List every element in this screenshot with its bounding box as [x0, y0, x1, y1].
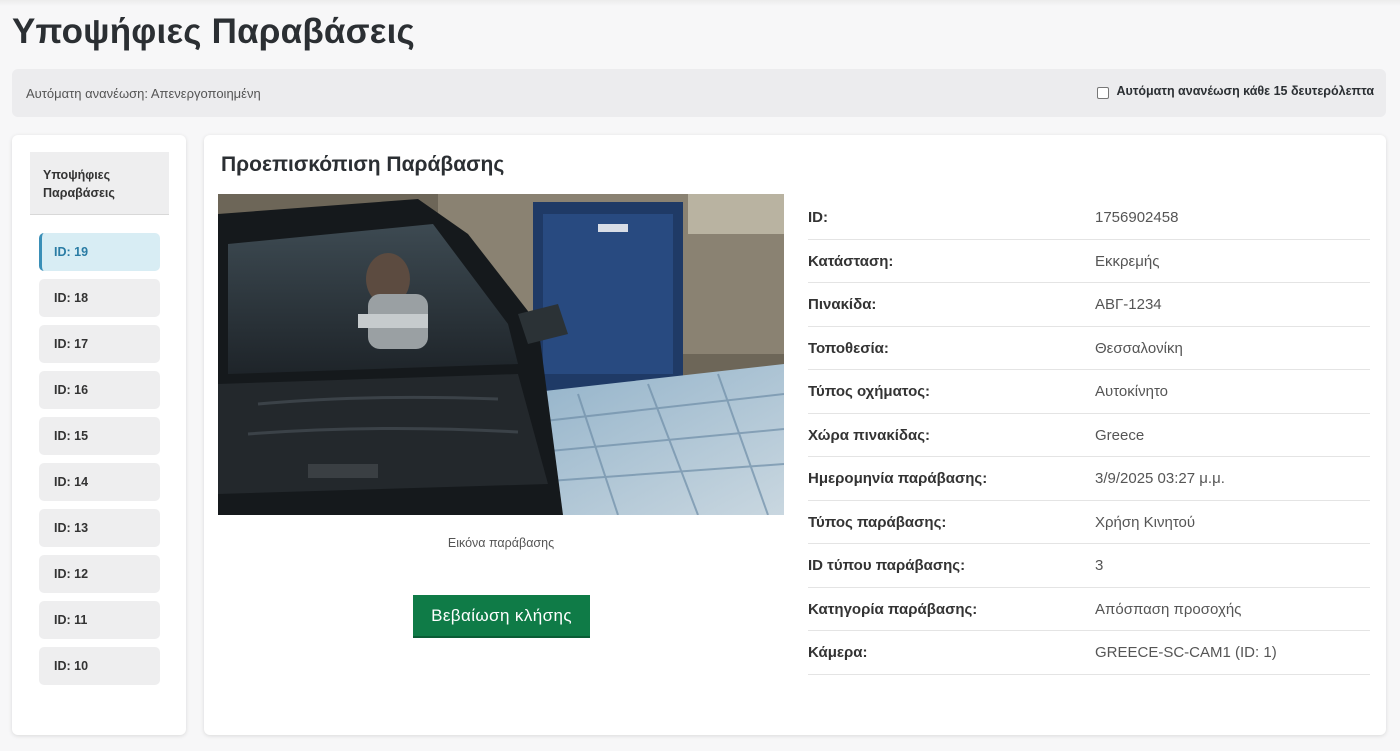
detail-value: ΑΒΓ-1234	[1095, 296, 1162, 313]
detail-row-camera: Κάμερα: GREECE-SC-CAM1 (ID: 1)	[808, 631, 1370, 675]
sidebar-item-17[interactable]: ID: 17	[39, 325, 160, 363]
page-title: Υποψήφιες Παραβάσεις	[12, 12, 415, 51]
detail-row-vehicle-type: Τύπος οχήματος: Αυτοκίνητο	[808, 370, 1370, 414]
detail-row-id: ID: 1756902458	[808, 196, 1370, 240]
auto-refresh-checkbox[interactable]	[1096, 87, 1109, 99]
confirm-citation-button[interactable]: Βεβαίωση κλήσης	[413, 595, 590, 638]
violation-photo	[218, 194, 784, 515]
violation-image	[218, 194, 784, 515]
auto-refresh-status: Αυτόματη ανανέωση: Απενεργοποιημένη	[26, 86, 261, 101]
detail-label: Κατάσταση:	[808, 252, 894, 270]
detail-row-violation-type-id: ID τύπου παράβασης: 3	[808, 544, 1370, 588]
detail-label: ID τύπου παράβασης:	[808, 557, 966, 574]
sidebar-item-11[interactable]: ID: 11	[39, 601, 160, 639]
violation-details: ID: 1756902458 Κατάσταση: Εκκρεμής Πινακ…	[808, 196, 1370, 675]
detail-row-date: Ημερομηνία παράβασης: 3/9/2025 03:27 μ.μ…	[808, 457, 1370, 501]
image-caption: Εικόνα παράβασης	[447, 536, 555, 550]
sidebar-item-14[interactable]: ID: 14	[39, 463, 160, 501]
sidebar-item-16[interactable]: ID: 16	[39, 371, 160, 409]
violation-preview-card: Προεπισκόπιση Παράβασης Εικόνα παράβασης…	[204, 135, 1386, 735]
auto-refresh-toggle-label: Αυτόματη ανανέωση κάθε 15 δευτερόλεπτα	[1116, 84, 1374, 98]
detail-value: Χρήση Κινητού	[1095, 513, 1196, 531]
detail-label: Χώρα πινακίδας:	[808, 426, 931, 444]
violations-sidebar: Υποψήφιες Παραβάσεις ID: 19 ID: 18 ID: 1…	[12, 135, 186, 735]
detail-row-violation-type: Τύπος παράβασης: Χρήση Κινητού	[808, 501, 1370, 544]
sidebar-item-13[interactable]: ID: 13	[39, 509, 160, 547]
auto-refresh-bar: Αυτόματη ανανέωση: Απενεργοποιημένη Αυτό…	[12, 69, 1386, 117]
sidebar-item-10[interactable]: ID: 10	[39, 647, 160, 685]
detail-row-status: Κατάσταση: Εκκρεμής	[808, 240, 1370, 283]
detail-value: Εκκρεμής	[1095, 252, 1160, 270]
detail-value: 3	[1095, 557, 1104, 574]
detail-value: Αυτοκίνητο	[1095, 383, 1168, 400]
preview-title: Προεπισκόπιση Παράβασης	[221, 153, 505, 176]
detail-row-category: Κατηγορία παράβασης: Απόσπαση προσοχής	[808, 588, 1370, 631]
detail-value: Θεσσαλονίκη	[1095, 339, 1183, 357]
detail-value: Απόσπαση προσοχής	[1095, 600, 1242, 618]
sidebar-header: Υποψήφιες Παραβάσεις	[30, 152, 169, 215]
detail-row-plate-country: Χώρα πινακίδας: Greece	[808, 414, 1370, 457]
detail-label: Τύπος οχήματος:	[808, 383, 931, 400]
detail-value: 1756902458	[1095, 209, 1179, 226]
detail-row-plate: Πινακίδα: ΑΒΓ-1234	[808, 283, 1370, 327]
sidebar-item-19[interactable]: ID: 19	[39, 233, 160, 271]
detail-row-location: Τοποθεσία: Θεσσαλονίκη	[808, 327, 1370, 370]
top-strip	[0, 0, 1400, 6]
detail-value: 3/9/2025 03:27 μ.μ.	[1095, 470, 1225, 487]
detail-label: Τύπος παράβασης:	[808, 513, 947, 531]
detail-value: GREECE-SC-CAM1 (ID: 1)	[1095, 644, 1277, 661]
detail-label: Τοποθεσία:	[808, 339, 889, 357]
detail-label: Ημερομηνία παράβασης:	[808, 470, 988, 487]
auto-refresh-toggle[interactable]: Αυτόματη ανανέωση κάθε 15 δευτερόλεπτα	[1096, 83, 1374, 99]
sidebar-item-12[interactable]: ID: 12	[39, 555, 160, 593]
sidebar-item-18[interactable]: ID: 18	[39, 279, 160, 317]
detail-label: Κάμερα:	[808, 644, 868, 661]
sidebar-item-15[interactable]: ID: 15	[39, 417, 160, 455]
detail-label: ID:	[808, 209, 828, 226]
detail-value: Greece	[1095, 426, 1145, 444]
detail-label: Κατηγορία παράβασης:	[808, 600, 978, 618]
detail-label: Πινακίδα:	[808, 296, 877, 313]
